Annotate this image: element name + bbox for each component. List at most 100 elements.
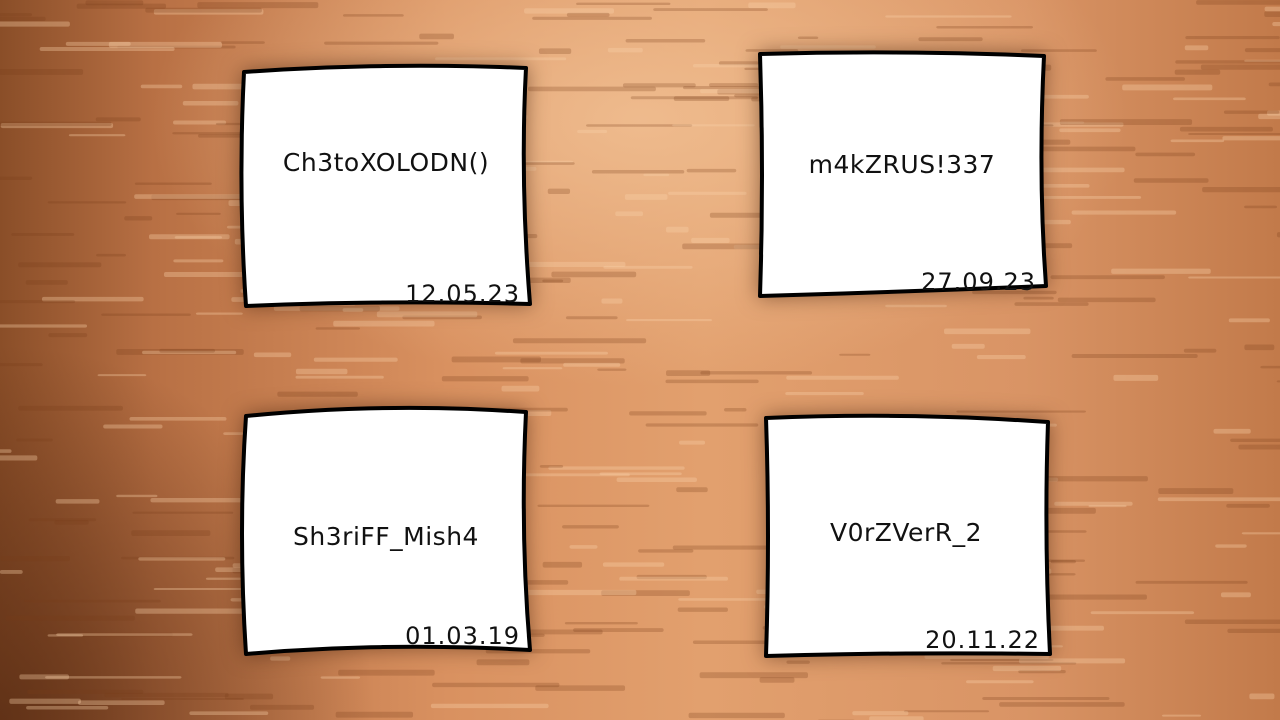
- wood-grain-streak: [785, 392, 864, 396]
- wood-grain-streak: [724, 407, 747, 412]
- save-name: Sh3riFF_Mish4: [293, 522, 479, 551]
- wood-grain-streak: [1249, 693, 1275, 700]
- wood-grain-streak: [1183, 348, 1217, 353]
- wood-grain-streak: [335, 711, 414, 718]
- wood-grain-streak: [16, 438, 53, 442]
- wood-grain-streak: [626, 319, 712, 322]
- wood-grain-streak: [1264, 6, 1280, 12]
- wood-grain-streak: [1258, 113, 1280, 120]
- wood-grain-streak: [903, 710, 990, 713]
- save-date: 27.09.23: [921, 268, 1036, 296]
- wood-grain-streak: [135, 608, 253, 614]
- wood-grain-streak: [1179, 126, 1273, 132]
- wood-grain-streak: [1050, 275, 1165, 280]
- wood-grain-streak: [542, 561, 583, 568]
- wood-grain-streak: [564, 622, 638, 625]
- wood-grain-streak: [27, 689, 144, 695]
- wood-grain-streak: [1260, 365, 1280, 369]
- wood-grain-streak: [1272, 21, 1280, 27]
- wood-grain-streak: [619, 576, 729, 581]
- wood-grain-streak: [679, 440, 706, 445]
- wood-grain-streak: [576, 2, 671, 6]
- wood-grain-streak: [944, 328, 1031, 335]
- wood-grain-streak: [430, 703, 549, 709]
- wood-grain-streak: [1241, 532, 1280, 535]
- wood-grain-streak: [451, 356, 541, 363]
- wood-grain-streak: [563, 362, 621, 367]
- wood-grain-streak: [250, 704, 315, 710]
- wood-grain-streak: [551, 271, 637, 278]
- wood-grain-streak: [253, 352, 292, 358]
- wood-grain-streak: [869, 716, 924, 720]
- wood-grain-streak: [625, 38, 706, 43]
- wood-grain-streak: [569, 545, 598, 549]
- wood-grain-streak: [1227, 628, 1280, 633]
- wood-grain-streak: [96, 253, 126, 257]
- wood-grain-streak: [68, 134, 126, 137]
- wood-grain-streak: [1238, 444, 1280, 450]
- wood-grain-streak: [295, 368, 348, 375]
- wood-grain-streak: [1133, 178, 1209, 183]
- wood-grain-streak: [55, 499, 100, 504]
- wood-grain-streak: [1226, 503, 1270, 508]
- wood-grain-streak: [1122, 84, 1213, 91]
- wood-grain-streak: [607, 47, 643, 53]
- wood-grain-streak: [677, 607, 728, 612]
- wood-grain-streak: [320, 676, 361, 679]
- save-slot-4[interactable]: V0rZVerR_2 20.11.22: [756, 406, 1056, 666]
- wood-grain-streak: [686, 168, 737, 173]
- wood-grain-streak: [5, 615, 135, 621]
- wood-grain-streak: [0, 449, 12, 453]
- wood-background: [0, 0, 1280, 720]
- wood-grain-streak: [547, 188, 571, 194]
- wood-grain-streak: [672, 124, 755, 127]
- wood-grain-streak: [1057, 297, 1156, 303]
- wood-grain-streak: [1054, 501, 1133, 506]
- wood-grain-streak: [565, 316, 618, 320]
- wood-grain-streak: [1184, 619, 1280, 625]
- wood-grain-streak: [562, 525, 619, 529]
- wood-grain-streak: [324, 41, 439, 45]
- wood-grain-streak: [103, 424, 163, 429]
- wood-grain-streak: [601, 298, 623, 304]
- wood-grain-streak: [676, 487, 708, 493]
- wood-grain-streak: [315, 327, 361, 330]
- wood-grain-streak: [313, 357, 398, 362]
- wood-grain-streak: [1185, 36, 1280, 40]
- wood-grain-streak: [1059, 119, 1193, 125]
- save-slot-2[interactable]: m4kZRUS!337 27.09.23: [752, 46, 1052, 306]
- wood-grain-streak: [1059, 128, 1121, 133]
- wood-grain-streak: [132, 511, 234, 514]
- wood-grain-streak: [501, 385, 540, 392]
- wood-grain-streak: [0, 176, 33, 180]
- wood-grain-streak: [1220, 592, 1251, 598]
- wood-grain-streak: [173, 259, 224, 263]
- wood-grain-streak: [1175, 60, 1280, 64]
- wood-grain-streak: [665, 379, 759, 384]
- wood-grain-streak: [966, 680, 1034, 684]
- wood-grain-streak: [419, 33, 454, 40]
- save-slot-3[interactable]: Sh3riFF_Mish4 01.03.19: [236, 402, 536, 662]
- wood-grain-streak: [1071, 210, 1177, 215]
- wood-grain-streak: [1162, 714, 1202, 717]
- wood-grain-streak: [982, 697, 1110, 700]
- save-slot-1[interactable]: Ch3toXOLODN() 12.05.23: [236, 60, 536, 320]
- wood-grain-streak: [25, 280, 68, 285]
- wood-grain-streak: [1188, 276, 1280, 279]
- wood-grain-streak: [668, 191, 747, 195]
- wood-grain-streak: [539, 464, 564, 468]
- wood-grain-streak: [182, 100, 239, 106]
- wood-grain-streak: [537, 504, 650, 507]
- wood-grain-streak: [1071, 353, 1198, 359]
- wood-grain-streak: [748, 2, 796, 9]
- wood-grain-streak: [591, 169, 685, 174]
- wood-grain-streak: [1113, 374, 1159, 381]
- wood-grain-streak: [597, 368, 627, 371]
- wood-grain-streak: [1230, 438, 1280, 442]
- wood-grain-streak: [951, 343, 985, 349]
- wood-grain-streak: [0, 455, 38, 461]
- wood-grain-streak: [174, 236, 223, 239]
- wood-grain-streak: [97, 374, 147, 377]
- wood-grain-streak: [1090, 611, 1195, 615]
- wood-grain-streak: [1184, 45, 1209, 51]
